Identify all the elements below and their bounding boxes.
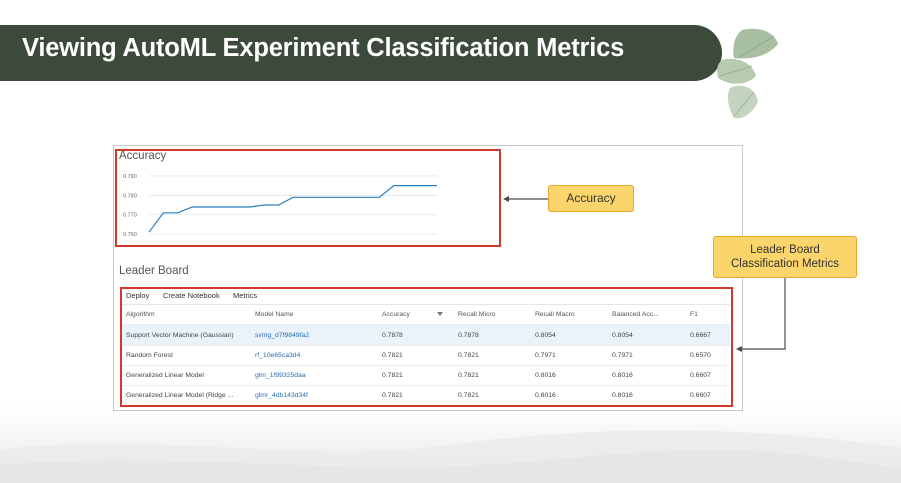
accuracy-arrowhead-icon <box>503 196 509 202</box>
slide: Viewing AutoML Experiment Classification… <box>0 0 901 483</box>
callout-line-2: Classification Metrics <box>731 258 839 270</box>
leader-board-arrowhead-icon <box>736 346 742 352</box>
accuracy-callout: Accuracy <box>548 185 634 212</box>
callout-line-1: Leader Board <box>750 244 820 256</box>
leader-board-callout: Leader Board Classification Metrics <box>713 236 857 278</box>
leader-board-connector-line <box>741 278 786 350</box>
